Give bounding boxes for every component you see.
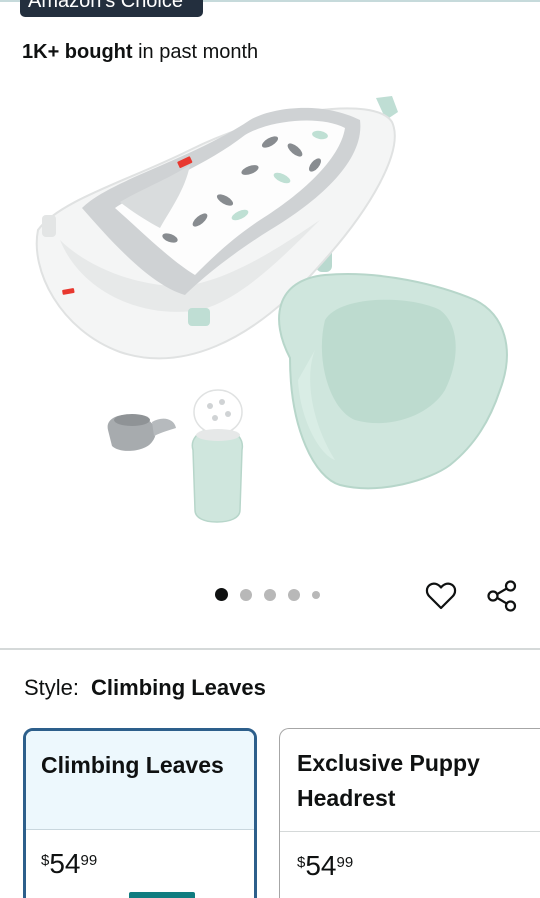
price-symbol: $ [297,854,306,871]
style-option-name: Climbing Leaves [41,752,224,778]
scroll-position-indicator [129,892,195,898]
price-fraction: 99 [336,854,354,871]
pagination-dot-2[interactable] [240,588,252,601]
style-selected-value: Climbing Leaves [91,675,266,700]
amazons-choice-label: Amazon's Choice [28,0,183,12]
bought-count: 1K+ bought [22,41,133,63]
price-symbol: $ [41,852,50,869]
image-pagination [215,588,320,601]
amazons-choice-badge[interactable]: Amazon's Choice [20,0,203,17]
price-whole: 54 [49,848,81,879]
pagination-dot-5[interactable] [312,590,320,599]
share-button[interactable] [484,578,520,614]
style-option-exclusive-puppy-headrest[interactable]: Exclusive Puppy Headrest $54 99 [279,728,540,898]
pagination-dot-1[interactable] [215,588,228,601]
style-option-title-area: Exclusive Puppy Headrest [280,729,540,832]
product-image[interactable] [20,90,520,540]
style-label: Style: [24,675,80,700]
style-option-price: $54 99 [297,850,353,882]
style-option-title-area: Climbing Leaves [26,731,254,830]
price-whole: 54 [305,850,337,881]
price-fraction: 99 [80,852,98,869]
bought-suffix: in past month [132,41,259,63]
style-selector-header: Style: Climbing Leaves [24,673,266,703]
style-option-price: $54 99 [41,848,97,880]
share-icon [487,580,517,612]
style-option-name: Exclusive Puppy Headrest [297,750,480,811]
section-divider [0,648,540,650]
add-to-list-button[interactable] [423,578,459,614]
pagination-dot-4[interactable] [288,588,300,601]
heart-icon [425,582,457,610]
style-option-climbing-leaves[interactable]: Climbing Leaves $54 99 [23,728,257,898]
bought-in-past-month: 1K+ bought in past month [22,38,258,66]
pagination-dot-3[interactable] [264,588,276,601]
